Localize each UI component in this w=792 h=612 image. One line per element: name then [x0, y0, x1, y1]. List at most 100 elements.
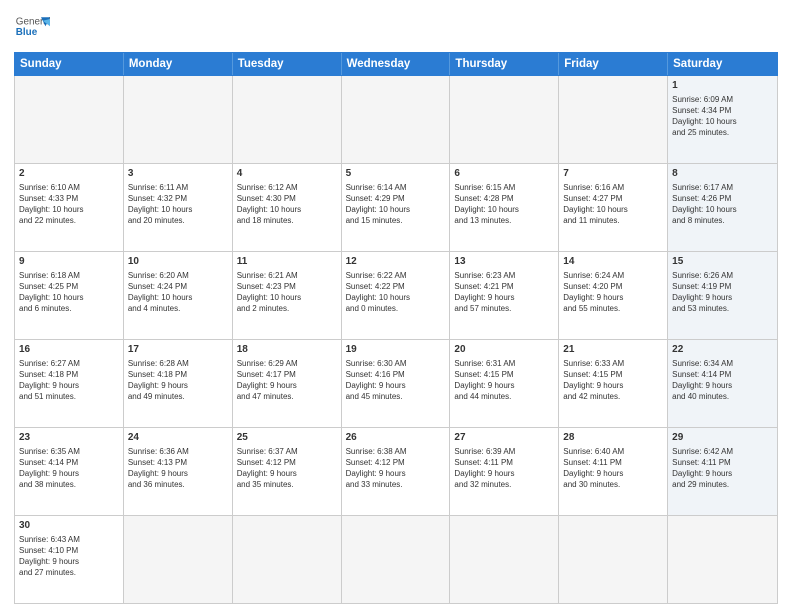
header-cell-monday: Monday — [124, 53, 233, 75]
calendar-cell: 30Sunrise: 6:43 AM Sunset: 4:10 PM Dayli… — [15, 516, 124, 603]
day-number: 24 — [128, 431, 228, 445]
calendar-cell — [15, 76, 124, 163]
header-cell-friday: Friday — [559, 53, 668, 75]
day-number: 20 — [454, 343, 554, 357]
calendar-row-0: 1Sunrise: 6:09 AM Sunset: 4:34 PM Daylig… — [15, 76, 777, 164]
day-number: 30 — [19, 519, 119, 533]
day-info: Sunrise: 6:10 AM Sunset: 4:33 PM Dayligh… — [19, 182, 119, 227]
day-info: Sunrise: 6:27 AM Sunset: 4:18 PM Dayligh… — [19, 358, 119, 403]
day-number: 28 — [563, 431, 663, 445]
calendar-cell: 19Sunrise: 6:30 AM Sunset: 4:16 PM Dayli… — [342, 340, 451, 427]
day-number: 23 — [19, 431, 119, 445]
calendar-cell: 13Sunrise: 6:23 AM Sunset: 4:21 PM Dayli… — [450, 252, 559, 339]
day-info: Sunrise: 6:18 AM Sunset: 4:25 PM Dayligh… — [19, 270, 119, 315]
calendar-cell — [233, 76, 342, 163]
day-number: 14 — [563, 255, 663, 269]
header-cell-saturday: Saturday — [668, 53, 777, 75]
calendar-cell: 2Sunrise: 6:10 AM Sunset: 4:33 PM Daylig… — [15, 164, 124, 251]
calendar-cell: 22Sunrise: 6:34 AM Sunset: 4:14 PM Dayli… — [668, 340, 777, 427]
calendar-cell: 17Sunrise: 6:28 AM Sunset: 4:18 PM Dayli… — [124, 340, 233, 427]
day-number: 29 — [672, 431, 773, 445]
calendar-body: 1Sunrise: 6:09 AM Sunset: 4:34 PM Daylig… — [14, 76, 778, 604]
calendar-cell: 7Sunrise: 6:16 AM Sunset: 4:27 PM Daylig… — [559, 164, 668, 251]
calendar-header-row: SundayMondayTuesdayWednesdayThursdayFrid… — [14, 52, 778, 76]
calendar-cell — [559, 516, 668, 603]
calendar-cell: 14Sunrise: 6:24 AM Sunset: 4:20 PM Dayli… — [559, 252, 668, 339]
calendar-cell: 18Sunrise: 6:29 AM Sunset: 4:17 PM Dayli… — [233, 340, 342, 427]
day-info: Sunrise: 6:17 AM Sunset: 4:26 PM Dayligh… — [672, 182, 773, 227]
day-number: 10 — [128, 255, 228, 269]
day-info: Sunrise: 6:12 AM Sunset: 4:30 PM Dayligh… — [237, 182, 337, 227]
day-number: 12 — [346, 255, 446, 269]
day-number: 26 — [346, 431, 446, 445]
day-number: 19 — [346, 343, 446, 357]
day-info: Sunrise: 6:37 AM Sunset: 4:12 PM Dayligh… — [237, 446, 337, 491]
calendar-cell: 4Sunrise: 6:12 AM Sunset: 4:30 PM Daylig… — [233, 164, 342, 251]
day-info: Sunrise: 6:36 AM Sunset: 4:13 PM Dayligh… — [128, 446, 228, 491]
day-info: Sunrise: 6:35 AM Sunset: 4:14 PM Dayligh… — [19, 446, 119, 491]
calendar-cell: 15Sunrise: 6:26 AM Sunset: 4:19 PM Dayli… — [668, 252, 777, 339]
calendar-cell: 1Sunrise: 6:09 AM Sunset: 4:34 PM Daylig… — [668, 76, 777, 163]
header-cell-sunday: Sunday — [15, 53, 124, 75]
calendar-cell: 3Sunrise: 6:11 AM Sunset: 4:32 PM Daylig… — [124, 164, 233, 251]
calendar-cell: 16Sunrise: 6:27 AM Sunset: 4:18 PM Dayli… — [15, 340, 124, 427]
day-number: 25 — [237, 431, 337, 445]
calendar-cell: 25Sunrise: 6:37 AM Sunset: 4:12 PM Dayli… — [233, 428, 342, 515]
day-info: Sunrise: 6:40 AM Sunset: 4:11 PM Dayligh… — [563, 446, 663, 491]
calendar-cell — [668, 516, 777, 603]
svg-text:Blue: Blue — [16, 27, 38, 38]
day-number: 27 — [454, 431, 554, 445]
day-info: Sunrise: 6:26 AM Sunset: 4:19 PM Dayligh… — [672, 270, 773, 315]
calendar-cell: 8Sunrise: 6:17 AM Sunset: 4:26 PM Daylig… — [668, 164, 777, 251]
header-cell-wednesday: Wednesday — [342, 53, 451, 75]
day-info: Sunrise: 6:30 AM Sunset: 4:16 PM Dayligh… — [346, 358, 446, 403]
day-info: Sunrise: 6:34 AM Sunset: 4:14 PM Dayligh… — [672, 358, 773, 403]
day-number: 1 — [672, 79, 773, 93]
calendar-cell: 23Sunrise: 6:35 AM Sunset: 4:14 PM Dayli… — [15, 428, 124, 515]
logo: General Blue — [14, 10, 50, 46]
calendar-cell — [559, 76, 668, 163]
calendar-cell — [233, 516, 342, 603]
day-info: Sunrise: 6:24 AM Sunset: 4:20 PM Dayligh… — [563, 270, 663, 315]
calendar-row-1: 2Sunrise: 6:10 AM Sunset: 4:33 PM Daylig… — [15, 164, 777, 252]
calendar-cell: 29Sunrise: 6:42 AM Sunset: 4:11 PM Dayli… — [668, 428, 777, 515]
calendar-row-5: 30Sunrise: 6:43 AM Sunset: 4:10 PM Dayli… — [15, 516, 777, 603]
day-info: Sunrise: 6:42 AM Sunset: 4:11 PM Dayligh… — [672, 446, 773, 491]
day-number: 2 — [19, 167, 119, 181]
calendar-cell — [124, 76, 233, 163]
calendar-cell: 5Sunrise: 6:14 AM Sunset: 4:29 PM Daylig… — [342, 164, 451, 251]
day-number: 5 — [346, 167, 446, 181]
calendar-cell — [342, 516, 451, 603]
day-info: Sunrise: 6:20 AM Sunset: 4:24 PM Dayligh… — [128, 270, 228, 315]
calendar-cell — [450, 76, 559, 163]
calendar-cell: 26Sunrise: 6:38 AM Sunset: 4:12 PM Dayli… — [342, 428, 451, 515]
calendar-row-4: 23Sunrise: 6:35 AM Sunset: 4:14 PM Dayli… — [15, 428, 777, 516]
day-info: Sunrise: 6:15 AM Sunset: 4:28 PM Dayligh… — [454, 182, 554, 227]
page: General Blue SundayMondayTuesdayWednesda… — [0, 0, 792, 612]
day-info: Sunrise: 6:21 AM Sunset: 4:23 PM Dayligh… — [237, 270, 337, 315]
header: General Blue — [0, 0, 792, 52]
calendar-cell — [124, 516, 233, 603]
day-info: Sunrise: 6:29 AM Sunset: 4:17 PM Dayligh… — [237, 358, 337, 403]
calendar-cell: 20Sunrise: 6:31 AM Sunset: 4:15 PM Dayli… — [450, 340, 559, 427]
logo-icon: General Blue — [14, 10, 50, 46]
day-number: 18 — [237, 343, 337, 357]
header-cell-tuesday: Tuesday — [233, 53, 342, 75]
day-info: Sunrise: 6:28 AM Sunset: 4:18 PM Dayligh… — [128, 358, 228, 403]
day-number: 21 — [563, 343, 663, 357]
day-number: 9 — [19, 255, 119, 269]
calendar-cell: 11Sunrise: 6:21 AM Sunset: 4:23 PM Dayli… — [233, 252, 342, 339]
day-info: Sunrise: 6:14 AM Sunset: 4:29 PM Dayligh… — [346, 182, 446, 227]
day-info: Sunrise: 6:09 AM Sunset: 4:34 PM Dayligh… — [672, 94, 773, 139]
day-number: 7 — [563, 167, 663, 181]
calendar-cell: 24Sunrise: 6:36 AM Sunset: 4:13 PM Dayli… — [124, 428, 233, 515]
header-cell-thursday: Thursday — [450, 53, 559, 75]
calendar-cell — [450, 516, 559, 603]
day-number: 4 — [237, 167, 337, 181]
calendar-cell: 28Sunrise: 6:40 AM Sunset: 4:11 PM Dayli… — [559, 428, 668, 515]
day-number: 16 — [19, 343, 119, 357]
day-number: 8 — [672, 167, 773, 181]
day-info: Sunrise: 6:33 AM Sunset: 4:15 PM Dayligh… — [563, 358, 663, 403]
day-number: 15 — [672, 255, 773, 269]
day-info: Sunrise: 6:31 AM Sunset: 4:15 PM Dayligh… — [454, 358, 554, 403]
